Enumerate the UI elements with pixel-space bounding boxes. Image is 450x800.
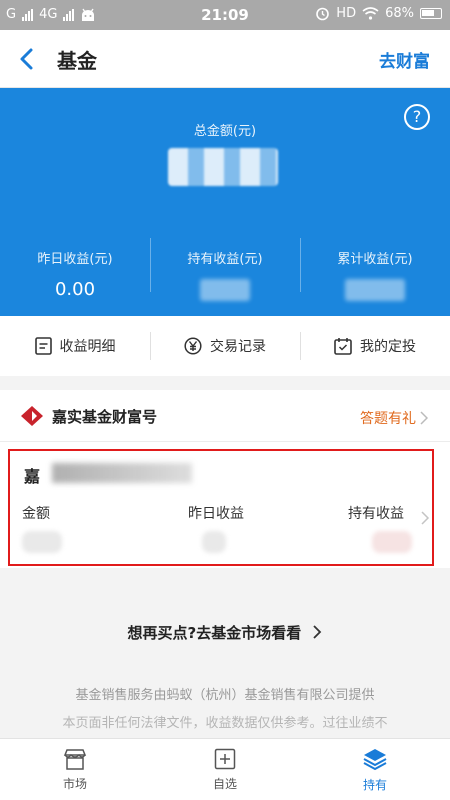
stat-label: 持有收益(元)	[187, 252, 263, 267]
page-title: 基金	[57, 49, 97, 73]
market-link-label: 想再买点?去基金市场看看	[127, 624, 302, 642]
action-label: 我的定投	[360, 339, 416, 355]
battery-percent: 68%	[385, 6, 414, 21]
stat-cumulative: 累计收益(元)	[300, 248, 450, 301]
fund-brand-section: 嘉实基金财富号 答题有礼 嘉 金额 昨日收益 持有收益	[0, 390, 450, 568]
fund-name-masked	[52, 463, 192, 483]
action-label: 交易记录	[210, 339, 266, 355]
chevron-right-icon	[313, 625, 322, 639]
action-transactions[interactable]: 交易记录	[150, 332, 300, 360]
fund-name: 嘉	[24, 467, 41, 486]
col-amount-value-masked	[22, 531, 62, 553]
col-holding-value-masked	[372, 531, 412, 553]
harvest-fund-logo-icon	[21, 406, 43, 426]
brand-name: 嘉实基金财富号	[52, 408, 158, 426]
battery-icon	[420, 8, 442, 19]
stat-label: 昨日收益(元)	[37, 252, 113, 267]
layers-icon	[363, 748, 387, 770]
back-icon[interactable]	[14, 44, 42, 74]
total-amount-value-masked	[168, 148, 278, 186]
nav-bar: 基金 去财富	[0, 30, 450, 88]
tab-label: 自选	[212, 776, 237, 791]
stat-label: 累计收益(元)	[337, 252, 413, 267]
stat-value: 0.00	[54, 279, 96, 300]
tab-label: 持有	[362, 777, 387, 792]
quiz-gift-link[interactable]: 答题有礼	[360, 408, 428, 428]
col-amount-label: 金额	[22, 506, 50, 522]
disclaimer-line-1: 基金销售服务由蚂蚁（杭州）基金销售有限公司提供	[75, 688, 375, 703]
fund-market-link[interactable]: 想再买点?去基金市场看看	[0, 622, 450, 643]
stat-yesterday: 昨日收益(元) 0.00	[0, 248, 150, 301]
tab-watchlist[interactable]: 自选	[150, 739, 300, 800]
stat-value-masked	[300, 279, 450, 301]
action-my-plans[interactable]: 我的定投	[300, 332, 450, 360]
brand-header[interactable]: 嘉实基金财富号 答题有礼	[0, 390, 450, 442]
quiz-gift-label: 答题有礼	[360, 411, 416, 427]
stat-value-masked	[150, 279, 300, 301]
stat-holding: 持有收益(元)	[150, 248, 300, 301]
total-amount-label: 总金额(元)	[193, 124, 257, 139]
hd-label: HD	[336, 6, 357, 21]
col-yesterday-label: 昨日收益	[188, 506, 244, 522]
tab-label: 市场	[62, 776, 87, 791]
status-bar: G 4G 21:09 HD 68%	[0, 0, 450, 30]
yen-circle-icon	[184, 337, 202, 355]
action-income-detail[interactable]: 收益明细	[0, 336, 150, 356]
list-icon	[34, 337, 52, 355]
action-label: 收益明细	[59, 339, 116, 355]
bottom-tab-bar: 市场 自选 持有	[0, 738, 450, 800]
chevron-right-icon	[420, 411, 428, 425]
calendar-icon	[334, 338, 352, 355]
disclaimer-line-2: 本页面非任何法律文件，收益数据仅供参考。过往业绩不	[62, 716, 388, 731]
go-wealth-link[interactable]: 去财富	[379, 47, 430, 72]
wifi-icon	[362, 7, 379, 20]
fund-holding-card[interactable]: 嘉 金额 昨日收益 持有收益	[8, 449, 434, 566]
tab-holdings[interactable]: 持有	[300, 739, 450, 800]
store-icon	[63, 748, 87, 770]
chevron-right-icon	[421, 511, 430, 525]
tab-market[interactable]: 市场	[0, 739, 150, 800]
col-holding-label: 持有收益	[348, 506, 404, 522]
asset-summary: ? 总金额(元) 昨日收益(元) 0.00 持有收益(元) 累计收益(元)	[0, 88, 450, 316]
alarm-icon	[316, 7, 330, 21]
quick-actions: 收益明细 交易记录 我的定投	[0, 316, 450, 376]
col-yesterday-value-masked	[202, 531, 226, 553]
add-box-icon	[214, 748, 236, 769]
